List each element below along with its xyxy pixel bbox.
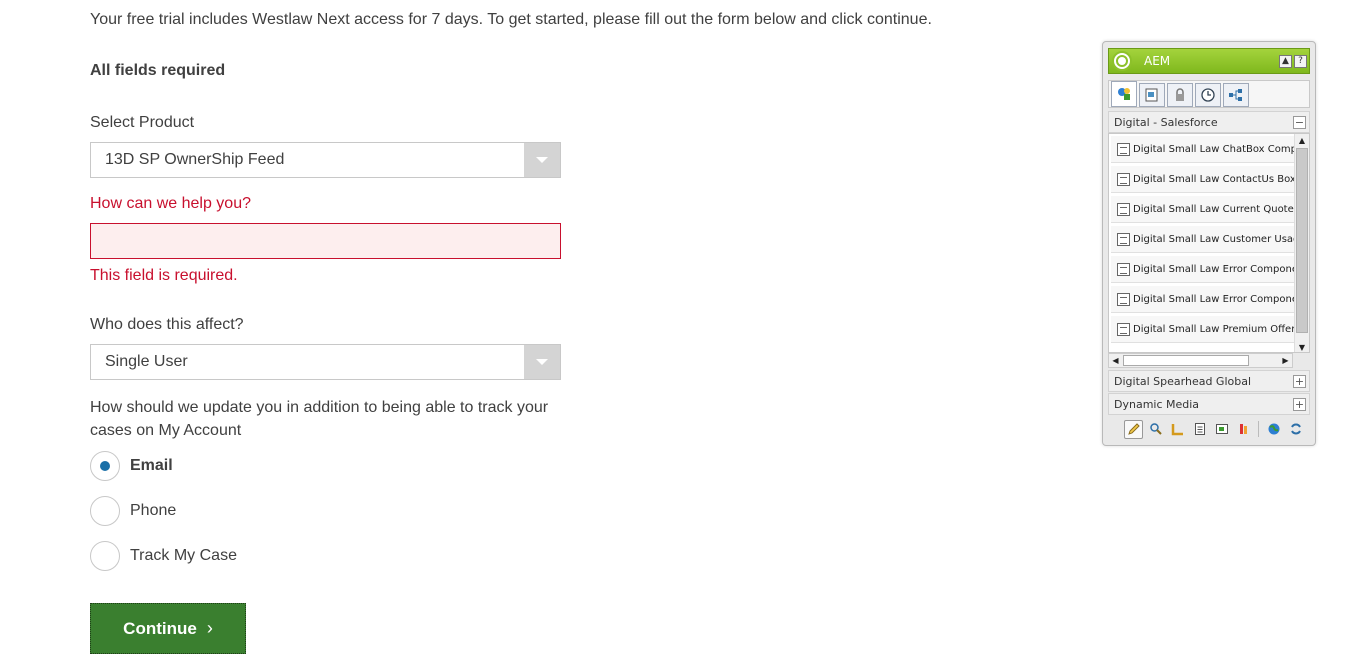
collapse-icon[interactable]: ▲ (1279, 54, 1292, 68)
list-item-label: Digital Small Law Premium Offer (1133, 323, 1294, 335)
workflow-icon[interactable] (1223, 83, 1249, 107)
list-item[interactable]: Digital Small Law ContactUs Box (1111, 166, 1294, 193)
document-icon (1117, 232, 1130, 246)
separator (1258, 421, 1259, 437)
help-icon[interactable]: ? (1294, 54, 1307, 68)
radio-button[interactable] (90, 451, 120, 481)
assets-icon[interactable] (1139, 83, 1165, 107)
list-item[interactable]: Digital Small Law Error Componen (1111, 286, 1294, 313)
ruler-icon[interactable] (1168, 420, 1187, 439)
refresh-icon[interactable] (1286, 420, 1305, 439)
group-label: Digital - Salesforce (1114, 115, 1218, 129)
radio-button[interactable] (90, 541, 120, 571)
product-select[interactable]: 13D SP OwnerShip Feed (90, 142, 561, 178)
aem-group-digital-salesforce[interactable]: Digital - Salesforce − (1108, 111, 1310, 133)
components-icon[interactable] (1111, 81, 1137, 107)
list-item[interactable]: Digital Small Law Current Quote (1111, 196, 1294, 223)
scroll-right-icon[interactable]: ▶ (1279, 354, 1292, 367)
continue-button[interactable]: Continue › (90, 603, 246, 654)
update-question: How should we update you in addition to … (90, 399, 549, 439)
continue-label: Continue (123, 618, 197, 638)
scroll-thumb[interactable] (1123, 355, 1249, 366)
scroll-thumb[interactable] (1296, 148, 1308, 333)
list-item[interactable]: Digital Small Law Premium Offer (1111, 316, 1294, 343)
document-icon (1117, 262, 1130, 276)
globe-icon[interactable] (1264, 420, 1283, 439)
vertical-scrollbar[interactable]: ▲ ▼ (1294, 134, 1309, 352)
product-select-value: 13D SP OwnerShip Feed (105, 151, 285, 168)
radio-email[interactable]: Email (90, 451, 173, 481)
aem-sidekick[interactable]: AEM ▲ ? Digital - Salesforce − Digital S… (1102, 41, 1316, 446)
document-icon (1117, 142, 1130, 156)
list-item[interactable]: Digital Small Law Customer Usage (1111, 226, 1294, 253)
help-error-message: This field is required. (90, 267, 238, 284)
expand-group-icon[interactable]: + (1293, 375, 1306, 388)
radio-label-phone: Phone (130, 502, 177, 519)
aem-toolbar (1108, 417, 1310, 441)
screenshot-icon[interactable] (1212, 420, 1231, 439)
radio-phone[interactable]: Phone (90, 496, 176, 526)
group-label: Dynamic Media (1114, 397, 1200, 411)
collapse-group-icon[interactable]: − (1293, 116, 1306, 129)
aem-header[interactable]: AEM ▲ ? (1108, 48, 1310, 74)
affect-select-value: Single User (105, 353, 188, 370)
help-input[interactable] (90, 223, 561, 259)
aem-title: AEM (1144, 54, 1171, 68)
affect-select[interactable]: Single User (90, 344, 561, 380)
list-item[interactable]: Digital Small Law Error Componen (1111, 256, 1294, 283)
horizontal-scrollbar[interactable]: ◀ ▶ (1108, 353, 1293, 368)
edit-icon[interactable] (1124, 419, 1143, 439)
group-label: Digital Spearhead Global (1114, 374, 1252, 388)
radio-dot (100, 461, 110, 471)
list-item[interactable]: Digital Small Law ChatBox Compo (1111, 136, 1294, 163)
aem-component-list[interactable]: Digital Small Law ChatBox Compo Digital … (1108, 133, 1310, 353)
document-icon (1117, 202, 1130, 216)
list-item-label: Digital Small Law Customer Usage (1133, 233, 1294, 245)
document-icon (1117, 172, 1130, 186)
aem-logo-icon (1112, 51, 1132, 71)
expand-group-icon[interactable]: + (1293, 398, 1306, 411)
affect-label: Who does this affect? (90, 316, 244, 333)
help-label: How can we help you? (90, 195, 251, 212)
document-icon (1117, 322, 1130, 336)
chevron-right-icon: › (206, 618, 213, 638)
aem-group-digital-spearhead-global[interactable]: Digital Spearhead Global + (1108, 370, 1310, 392)
flag-icon[interactable] (1234, 420, 1253, 439)
list-item-label: Digital Small Law Error Componen (1133, 293, 1294, 305)
page-icon[interactable] (1190, 420, 1209, 439)
lock-icon[interactable] (1167, 83, 1193, 107)
product-label: Select Product (90, 114, 195, 131)
scroll-down-icon[interactable]: ▼ (1295, 341, 1309, 352)
radio-track-my-case[interactable]: Track My Case (90, 541, 237, 571)
scroll-left-icon[interactable]: ◀ (1109, 354, 1122, 367)
scroll-up-icon[interactable]: ▲ (1295, 134, 1309, 147)
chevron-down-icon (524, 345, 560, 379)
search-icon[interactable] (1146, 420, 1165, 439)
chevron-down-icon (524, 143, 560, 177)
list-item-label: Digital Small Law Error Componen (1133, 263, 1294, 275)
list-item-label: Digital Small Law ChatBox Compo (1133, 143, 1294, 155)
radio-label-track: Track My Case (130, 547, 237, 564)
document-icon (1117, 292, 1130, 306)
radio-button[interactable] (90, 496, 120, 526)
list-item-label: Digital Small Law Current Quote (1133, 203, 1294, 215)
required-note: All fields required (90, 62, 226, 79)
aem-tabs (1108, 80, 1310, 108)
clock-icon[interactable] (1195, 83, 1221, 107)
radio-label-email: Email (130, 457, 173, 474)
list-item-label: Digital Small Law ContactUs Box (1133, 173, 1294, 185)
intro-text: Your free trial includes Westlaw Next ac… (90, 11, 932, 28)
aem-group-dynamic-media[interactable]: Dynamic Media + (1108, 393, 1310, 415)
